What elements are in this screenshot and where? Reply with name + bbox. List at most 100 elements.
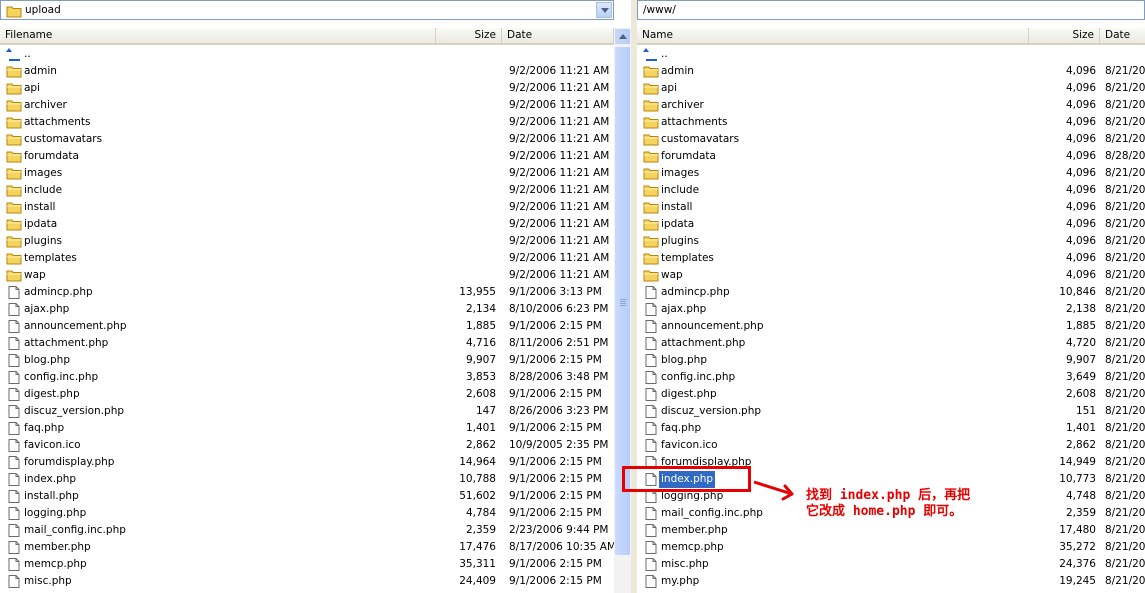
- local-scrollbar[interactable]: [614, 28, 631, 593]
- column-size[interactable]: Size: [436, 28, 502, 43]
- folder-row[interactable]: images 4,096 8/21/20: [637, 165, 1145, 182]
- file-size: 3,649: [1065, 371, 1096, 383]
- file-size: 4,096: [1065, 235, 1096, 247]
- folder-row[interactable]: api 4,096 8/21/20: [637, 80, 1145, 97]
- file-row[interactable]: ajax.php 2,134 8/10/2006 6:23 PM: [0, 301, 614, 318]
- local-path-combobox[interactable]: upload: [0, 0, 614, 20]
- file-row[interactable]: digest.php 2,608 9/1/2006 2:15 PM: [0, 386, 614, 403]
- file-name: wap: [24, 269, 46, 281]
- folder-row[interactable]: templates 9/2/2006 11:21 AM: [0, 250, 614, 267]
- file-size: 2,608: [1065, 388, 1096, 400]
- file-size: 2,862: [465, 439, 496, 451]
- file-row[interactable]: admincp.php 10,846 8/21/20: [637, 284, 1145, 301]
- file-name: admin: [24, 65, 57, 77]
- file-name: index.php: [24, 473, 77, 485]
- file-row[interactable]: misc.php 24,409 9/1/2006 2:15 PM: [0, 573, 614, 590]
- file-icon: [8, 439, 20, 452]
- file-name: blog.php: [24, 354, 70, 366]
- file-size: 2,138: [1065, 303, 1096, 315]
- column-date[interactable]: Date: [1100, 28, 1145, 43]
- folder-row[interactable]: archiver 9/2/2006 11:21 AM: [0, 97, 614, 114]
- file-date: 9/2/2006 11:21 AM: [509, 252, 610, 264]
- file-date: 8/21/20: [1105, 371, 1145, 383]
- folder-row[interactable]: admin 4,096 8/21/20: [637, 63, 1145, 80]
- file-row[interactable]: announcement.php 1,885 8/21/20: [637, 318, 1145, 335]
- file-size: 17,476: [459, 541, 496, 553]
- file-row[interactable]: forumdisplay.php 14,964 9/1/2006 2:15 PM: [0, 454, 614, 471]
- folder-row[interactable]: templates 4,096 8/21/20: [637, 250, 1145, 267]
- folder-row[interactable]: forumdata 9/2/2006 11:21 AM: [0, 148, 614, 165]
- file-date: 9/2/2006 11:21 AM: [509, 150, 610, 162]
- file-row[interactable]: blog.php 9,907 9/1/2006 2:15 PM: [0, 352, 614, 369]
- file-row[interactable]: blog.php 9,907 8/21/20: [637, 352, 1145, 369]
- folder-row[interactable]: ipdata 9/2/2006 11:21 AM: [0, 216, 614, 233]
- file-row[interactable]: config.inc.php 3,649 8/21/20: [637, 369, 1145, 386]
- file-name: plugins: [24, 235, 62, 247]
- column-size[interactable]: Size: [1029, 28, 1100, 43]
- file-date: 9/1/2006 2:15 PM: [509, 575, 602, 587]
- file-row[interactable]: favicon.ico 2,862 8/21/20: [637, 437, 1145, 454]
- file-row[interactable]: admincp.php 13,955 9/1/2006 3:13 PM: [0, 284, 614, 301]
- local-file-list: .. admin 9/2/2006 11:21 AM api 9/2/2006 11:…: [0, 46, 614, 590]
- file-row[interactable]: favicon.ico 2,862 10/9/2005 2:35 PM: [0, 437, 614, 454]
- file-row[interactable]: discuz_version.php 151 8/21/20: [637, 403, 1145, 420]
- folder-row[interactable]: customavatars 4,096 8/21/20: [637, 131, 1145, 148]
- file-date: 8/21/20: [1105, 201, 1145, 213]
- file-row[interactable]: member.php 17,480 8/21/20: [637, 522, 1145, 539]
- folder-row[interactable]: install 4,096 8/21/20: [637, 199, 1145, 216]
- file-size: 13,955: [459, 286, 496, 298]
- chevron-down-icon[interactable]: [596, 2, 612, 18]
- file-row[interactable]: member.php 17,476 8/17/2006 10:35 AM: [0, 539, 614, 556]
- file-row[interactable]: install.php 51,602 9/1/2006 2:15 PM: [0, 488, 614, 505]
- folder-row[interactable]: archiver 4,096 8/21/20: [637, 97, 1145, 114]
- file-row[interactable]: faq.php 1,401 8/21/20: [637, 420, 1145, 437]
- file-row[interactable]: attachment.php 4,720 8/21/20: [637, 335, 1145, 352]
- file-row[interactable]: my.php 19,245 8/21/20: [637, 573, 1145, 590]
- column-name[interactable]: Name: [637, 28, 1029, 43]
- parent-directory-row[interactable]: ..: [0, 46, 614, 63]
- file-icon: [8, 524, 20, 537]
- file-date: 9/2/2006 11:21 AM: [509, 201, 610, 213]
- file-row[interactable]: logging.php 4,784 9/1/2006 2:15 PM: [0, 505, 614, 522]
- scroll-up-button[interactable]: [614, 28, 631, 45]
- file-icon: [8, 286, 20, 299]
- folder-row[interactable]: api 9/2/2006 11:21 AM: [0, 80, 614, 97]
- folder-row[interactable]: plugins 9/2/2006 11:21 AM: [0, 233, 614, 250]
- file-size: 2,862: [1065, 439, 1096, 451]
- file-row[interactable]: misc.php 24,376 8/21/20: [637, 556, 1145, 573]
- file-date: 8/21/20: [1105, 456, 1145, 468]
- column-filename[interactable]: Filename: [0, 28, 436, 43]
- folder-row[interactable]: attachments 9/2/2006 11:21 AM: [0, 114, 614, 131]
- file-row[interactable]: announcement.php 1,885 9/1/2006 2:15 PM: [0, 318, 614, 335]
- file-row[interactable]: mail_config.inc.php 2,359 2/23/2006 9:44 P…: [0, 522, 614, 539]
- folder-row[interactable]: include 9/2/2006 11:21 AM: [0, 182, 614, 199]
- folder-row[interactable]: attachments 4,096 8/21/20: [637, 114, 1145, 131]
- file-row[interactable]: digest.php 2,608 8/21/20: [637, 386, 1145, 403]
- folder-row[interactable]: install 9/2/2006 11:21 AM: [0, 199, 614, 216]
- folder-row[interactable]: plugins 4,096 8/21/20: [637, 233, 1145, 250]
- file-row[interactable]: ajax.php 2,138 8/21/20: [637, 301, 1145, 318]
- file-size: 4,716: [465, 337, 496, 349]
- file-date: 9/2/2006 11:21 AM: [509, 269, 610, 281]
- file-row[interactable]: index.php 10,788 9/1/2006 2:15 PM: [0, 471, 614, 488]
- folder-row[interactable]: ipdata 4,096 8/21/20: [637, 216, 1145, 233]
- folder-row[interactable]: forumdata 4,096 8/28/20: [637, 148, 1145, 165]
- column-date[interactable]: Date: [502, 28, 614, 43]
- file-row[interactable]: discuz_version.php 147 8/26/2006 3:23 PM: [0, 403, 614, 420]
- file-size: 4,096: [1065, 99, 1096, 111]
- folder-row[interactable]: include 4,096 8/21/20: [637, 182, 1145, 199]
- file-row[interactable]: attachment.php 4,716 8/11/2006 2:51 PM: [0, 335, 614, 352]
- file-row[interactable]: config.inc.php 3,853 8/28/2006 3:48 PM: [0, 369, 614, 386]
- folder-row[interactable]: admin 9/2/2006 11:21 AM: [0, 63, 614, 80]
- remote-path-input[interactable]: /www/: [637, 0, 1145, 20]
- folder-row[interactable]: wap 9/2/2006 11:21 AM: [0, 267, 614, 284]
- file-size: 4,096: [1065, 252, 1096, 264]
- folder-row[interactable]: images 9/2/2006 11:21 AM: [0, 165, 614, 182]
- parent-directory-row[interactable]: ..: [637, 46, 1145, 63]
- file-row[interactable]: faq.php 1,401 9/1/2006 2:15 PM: [0, 420, 614, 437]
- folder-row[interactable]: wap 4,096 8/21/20: [637, 267, 1145, 284]
- file-size: 1,885: [1065, 320, 1096, 332]
- file-row[interactable]: memcp.php 35,311 9/1/2006 2:15 PM: [0, 556, 614, 573]
- folder-row[interactable]: customavatars 9/2/2006 11:21 AM: [0, 131, 614, 148]
- file-row[interactable]: memcp.php 35,272 8/21/20: [637, 539, 1145, 556]
